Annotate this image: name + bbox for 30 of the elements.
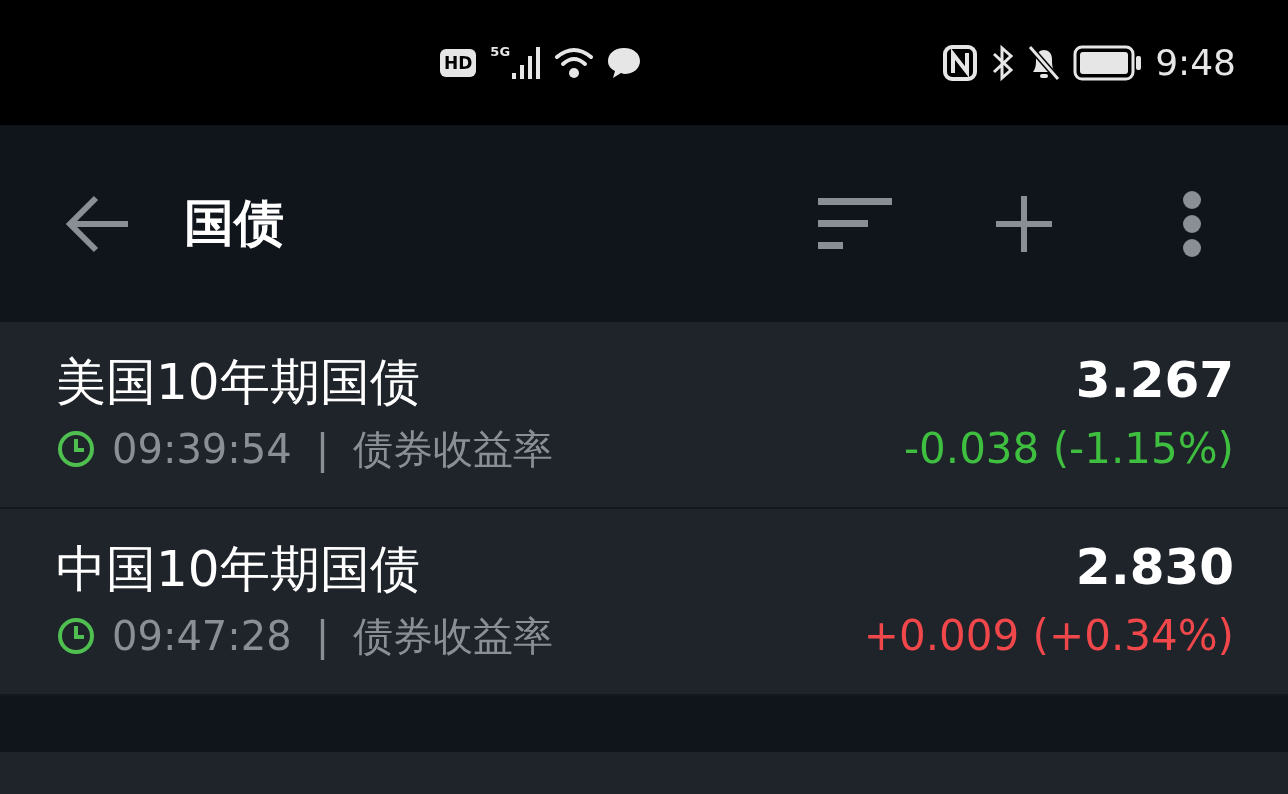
update-time: 09:47:28 <box>112 611 292 661</box>
more-button[interactable] <box>1182 190 1202 257</box>
yield-change: +0.009 (+0.34%) <box>863 610 1234 662</box>
battery-icon <box>1073 44 1144 81</box>
more-icon <box>1182 190 1202 257</box>
page-title: 国债 <box>184 193 284 254</box>
separator: | <box>315 424 330 475</box>
add-icon <box>994 193 1054 254</box>
sort-button[interactable] <box>818 195 894 252</box>
yield-change: -0.038 (-1.15%) <box>903 423 1234 475</box>
add-button[interactable] <box>994 193 1054 254</box>
clock-icon <box>56 428 96 469</box>
bond-type: 债券收益率 <box>353 611 554 661</box>
nfc-icon <box>943 44 978 81</box>
sort-icon <box>818 197 894 250</box>
yield-value: 2.830 <box>1075 537 1234 598</box>
bond-name: 美国10年期国债 <box>56 351 421 413</box>
bond-type: 债券收益率 <box>353 424 554 474</box>
muted-bell-icon <box>1027 43 1062 82</box>
message-icon <box>606 45 643 80</box>
separator: | <box>315 611 330 662</box>
yield-value: 3.267 <box>1075 350 1234 411</box>
clock-icon <box>56 615 96 656</box>
hd-badge: HD <box>440 48 477 77</box>
signal-icon <box>512 46 543 79</box>
update-time: 09:39:54 <box>112 424 292 474</box>
bond-name: 中国10年期国债 <box>56 538 421 600</box>
network-label: 5G <box>490 43 511 61</box>
bluetooth-icon <box>991 43 1016 82</box>
clock-time: 9:48 <box>1155 40 1236 85</box>
